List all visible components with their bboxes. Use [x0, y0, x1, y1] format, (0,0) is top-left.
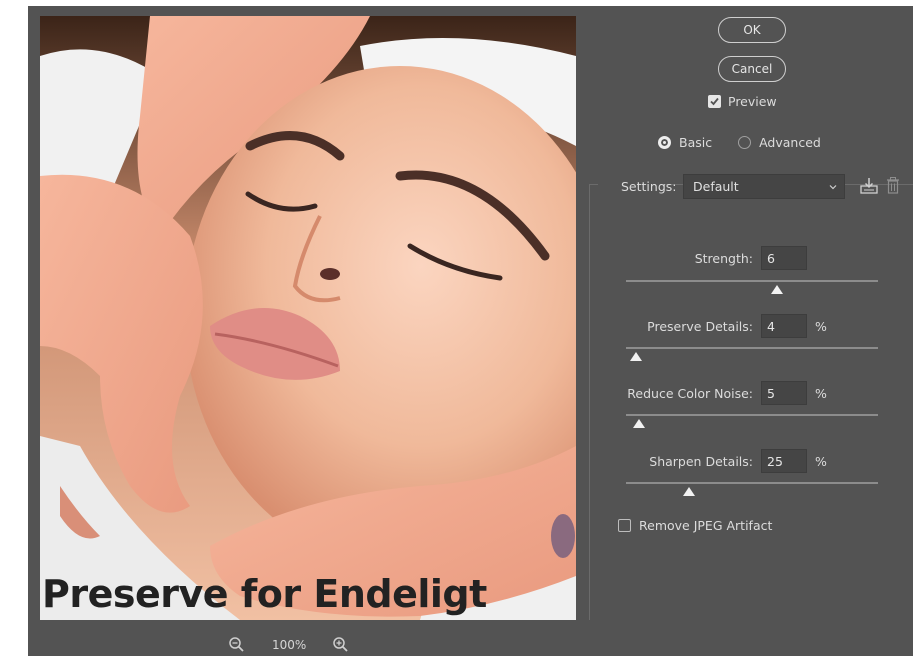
zoom-in-icon[interactable] — [332, 636, 350, 654]
ok-button[interactable]: OK — [718, 17, 786, 43]
trash-icon[interactable] — [885, 176, 901, 196]
preserve-details-slider-thumb[interactable] — [630, 352, 643, 361]
cancel-button[interactable]: Cancel — [718, 56, 786, 82]
settings-group-frame — [589, 184, 913, 620]
reduce-color-noise-unit: % — [815, 386, 827, 401]
reduce-color-noise-slider-track[interactable] — [626, 414, 878, 416]
checkmark-icon — [710, 97, 719, 106]
strength-input[interactable]: 6 — [761, 246, 807, 270]
preview-label: Preview — [728, 94, 777, 109]
preview-toggle[interactable]: Preview — [708, 94, 777, 109]
sharpen-details-slider-thumb[interactable] — [683, 487, 695, 496]
zoom-out-icon[interactable] — [228, 636, 246, 654]
preserve-details-slider-track[interactable] — [626, 347, 878, 349]
sharpen-details-input[interactable]: 25 — [761, 449, 807, 473]
face-photo — [40, 16, 576, 620]
settings-label: Settings: — [621, 179, 677, 194]
zoom-level: 100% — [272, 638, 307, 652]
sharpen-details-slider-track[interactable] — [626, 482, 878, 484]
chevron-down-icon — [829, 185, 837, 190]
remove-jpeg-artifact-label: Remove JPEG Artifact — [639, 518, 773, 533]
zoom-bar: 100% — [228, 634, 350, 656]
preview-image[interactable]: Preserve for Endeligt — [40, 16, 576, 620]
strength-slider-thumb[interactable] — [771, 285, 784, 294]
save-settings-icon[interactable] — [859, 176, 879, 196]
preserve-details-label: Preserve Details: — [647, 319, 753, 334]
basic-radio[interactable] — [658, 136, 671, 149]
preserve-details-unit: % — [815, 319, 827, 334]
remove-jpeg-artifact-checkbox[interactable] — [618, 519, 631, 532]
preserve-details-input[interactable]: 4 — [761, 314, 807, 338]
settings-dropdown[interactable]: Default — [683, 174, 845, 199]
preview-checkbox[interactable] — [708, 95, 721, 108]
strength-slider-track[interactable] — [626, 280, 878, 282]
mode-selector: Basic Advanced — [658, 135, 821, 150]
settings-value: Default — [693, 179, 739, 194]
remove-jpeg-artifact-toggle[interactable]: Remove JPEG Artifact — [618, 518, 772, 533]
advanced-label[interactable]: Advanced — [759, 135, 821, 150]
sharpen-details-label: Sharpen Details: — [649, 454, 753, 469]
sharpen-details-unit: % — [815, 454, 827, 469]
overlay-title: Preserve for Endeligt — [42, 572, 487, 616]
reduce-color-noise-label: Reduce Color Noise: — [627, 386, 753, 401]
reduce-noise-dialog: Preserve for Endeligt 100% OK Cancel Pre… — [28, 6, 913, 656]
strength-label: Strength: — [694, 251, 753, 266]
reduce-color-noise-slider-thumb[interactable] — [632, 419, 645, 428]
advanced-radio[interactable] — [738, 136, 752, 149]
basic-label[interactable]: Basic — [679, 135, 712, 150]
reduce-color-noise-input[interactable]: 5 — [761, 381, 807, 405]
